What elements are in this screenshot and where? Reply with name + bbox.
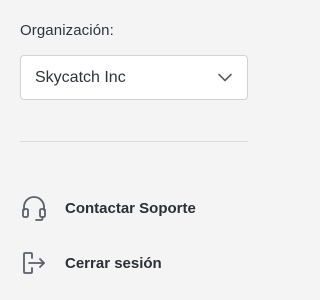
contact-support-button[interactable]: Contactar Soporte [20,192,248,224]
logout-button[interactable]: Cerrar sesión [20,247,248,279]
logout-icon [20,247,52,279]
organization-label: Organización: [20,22,114,39]
contact-support-label: Contactar Soporte [65,199,196,217]
chevron-down-icon [217,70,233,86]
logout-label: Cerrar sesión [65,254,162,272]
organization-selected-value: Skycatch Inc [35,68,126,86]
account-menu-panel: Organización: Skycatch Inc Contactar Sop… [0,0,251,300]
headset-icon [20,192,52,224]
organization-select[interactable]: Skycatch Inc [20,55,248,100]
divider [20,141,248,142]
